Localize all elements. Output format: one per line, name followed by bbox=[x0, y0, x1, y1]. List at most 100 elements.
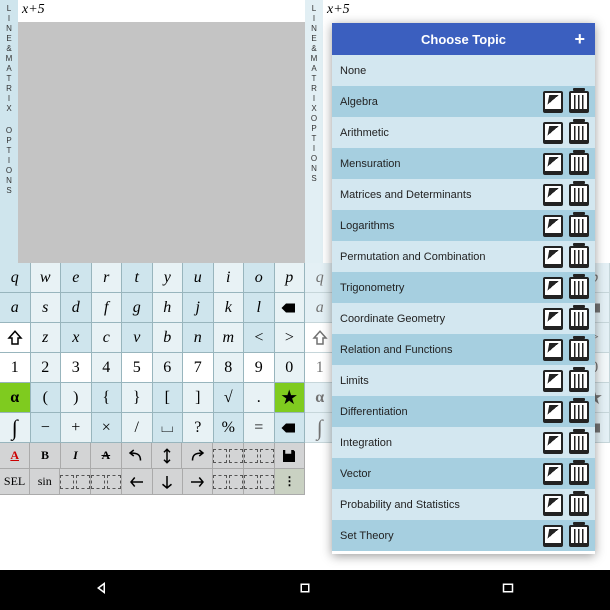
key-b[interactable]: b bbox=[153, 323, 184, 353]
edit-icon[interactable] bbox=[543, 432, 563, 454]
tool-⋮[interactable]: ⋮ bbox=[275, 469, 305, 495]
edit-icon[interactable] bbox=[543, 122, 563, 144]
trash-icon[interactable] bbox=[569, 122, 589, 144]
topic-set-theory[interactable]: Set Theory bbox=[332, 520, 595, 551]
tool-←[interactable] bbox=[122, 469, 152, 495]
trash-icon[interactable] bbox=[569, 401, 589, 423]
key-1[interactable]: 1 bbox=[0, 353, 31, 383]
edit-icon[interactable] bbox=[543, 370, 563, 392]
key-7[interactable]: 7 bbox=[183, 353, 214, 383]
key-q[interactable]: q bbox=[305, 263, 336, 293]
topic-matrices-and-determinants[interactable]: Matrices and Determinants bbox=[332, 179, 595, 210]
key-⬅[interactable] bbox=[275, 413, 306, 443]
tool-↕[interactable] bbox=[152, 443, 182, 469]
canvas-area[interactable] bbox=[18, 22, 305, 263]
key-h[interactable]: h bbox=[153, 293, 184, 323]
trash-icon[interactable] bbox=[569, 432, 589, 454]
key-x[interactable]: x bbox=[61, 323, 92, 353]
key-α[interactable]: α bbox=[305, 383, 336, 413]
tool-I[interactable]: I bbox=[61, 443, 91, 469]
trash-icon[interactable] bbox=[569, 494, 589, 516]
key-√[interactable]: √ bbox=[214, 383, 245, 413]
key-/[interactable]: / bbox=[122, 413, 153, 443]
key-=[interactable]: = bbox=[244, 413, 275, 443]
key-⇧[interactable] bbox=[0, 323, 31, 353]
key-<[interactable]: < bbox=[244, 323, 275, 353]
topic-none[interactable]: None bbox=[332, 55, 595, 86]
topic-differentiation[interactable]: Differentiation bbox=[332, 396, 595, 427]
key-p[interactable]: p bbox=[275, 263, 306, 293]
trash-icon[interactable] bbox=[569, 277, 589, 299]
nav-back-button[interactable] bbox=[93, 579, 111, 602]
key-⬅[interactable] bbox=[275, 293, 306, 323]
key-2[interactable]: 2 bbox=[31, 353, 62, 383]
key-k[interactable]: k bbox=[214, 293, 245, 323]
key-3[interactable]: 3 bbox=[61, 353, 92, 383]
trash-icon[interactable] bbox=[569, 153, 589, 175]
key-s[interactable]: s bbox=[31, 293, 62, 323]
trash-icon[interactable] bbox=[569, 463, 589, 485]
topic-logarithms[interactable]: Logarithms bbox=[332, 210, 595, 241]
key-×[interactable]: × bbox=[92, 413, 123, 443]
sidebar-line-matrix[interactable]: LINE&MATRIXOPTIONS bbox=[0, 0, 18, 263]
key-8[interactable]: 8 bbox=[214, 353, 245, 383]
topic-vector[interactable]: Vector bbox=[332, 458, 595, 489]
topic-arithmetic[interactable]: Arithmetic bbox=[332, 117, 595, 148]
key-v[interactable]: v bbox=[122, 323, 153, 353]
trash-icon[interactable] bbox=[569, 215, 589, 237]
trash-icon[interactable] bbox=[569, 525, 589, 547]
key-★[interactable]: ★ bbox=[275, 383, 306, 413]
key-u[interactable]: u bbox=[183, 263, 214, 293]
tool-□□[interactable] bbox=[244, 469, 275, 495]
key-5[interactable]: 5 bbox=[122, 353, 153, 383]
key-r[interactable]: r bbox=[92, 263, 123, 293]
tool-↷[interactable] bbox=[182, 443, 212, 469]
edit-icon[interactable] bbox=[543, 308, 563, 330]
key-d[interactable]: d bbox=[61, 293, 92, 323]
key->[interactable]: > bbox=[275, 323, 306, 353]
trash-icon[interactable] bbox=[569, 91, 589, 113]
tool-□□[interactable] bbox=[244, 443, 275, 469]
tool-B[interactable]: B bbox=[30, 443, 60, 469]
key-.[interactable]: . bbox=[244, 383, 275, 413]
tool-sin[interactable]: sin bbox=[30, 469, 60, 495]
tool-A̶[interactable]: A bbox=[91, 443, 121, 469]
topic-integration[interactable]: Integration bbox=[332, 427, 595, 458]
key-1[interactable]: 1 bbox=[305, 353, 336, 383]
topic-coordinate-geometry[interactable]: Coordinate Geometry bbox=[332, 303, 595, 334]
key-w[interactable]: w bbox=[31, 263, 62, 293]
key-α[interactable]: α bbox=[0, 383, 31, 413]
edit-icon[interactable] bbox=[543, 215, 563, 237]
key-m[interactable]: m bbox=[214, 323, 245, 353]
key-f[interactable]: f bbox=[92, 293, 123, 323]
edit-icon[interactable] bbox=[543, 463, 563, 485]
key-⇧[interactable] bbox=[305, 323, 336, 353]
key-0[interactable]: 0 bbox=[275, 353, 306, 383]
key-9[interactable]: 9 bbox=[244, 353, 275, 383]
key-−[interactable]: − bbox=[31, 413, 62, 443]
topic-relation-and-functions[interactable]: Relation and Functions bbox=[332, 334, 595, 365]
key-+[interactable]: + bbox=[61, 413, 92, 443]
trash-icon[interactable] bbox=[569, 308, 589, 330]
topic-permutation-and-combination[interactable]: Permutation and Combination bbox=[332, 241, 595, 272]
key-z[interactable]: z bbox=[31, 323, 62, 353]
key-a[interactable]: a bbox=[0, 293, 31, 323]
trash-icon[interactable] bbox=[569, 339, 589, 361]
key-y[interactable]: y bbox=[153, 263, 184, 293]
tool-↶[interactable] bbox=[122, 443, 152, 469]
tool-A[interactable]: A bbox=[0, 443, 30, 469]
nav-recent-button[interactable] bbox=[499, 579, 517, 602]
key-j[interactable]: j bbox=[183, 293, 214, 323]
topic-limits[interactable]: Limits bbox=[332, 365, 595, 396]
key-∫[interactable]: ∫ bbox=[305, 413, 336, 443]
tool-□□[interactable] bbox=[60, 469, 91, 495]
trash-icon[interactable] bbox=[569, 370, 589, 392]
key-e[interactable]: e bbox=[61, 263, 92, 293]
edit-icon[interactable] bbox=[543, 401, 563, 423]
tool-□□[interactable] bbox=[213, 469, 244, 495]
edit-icon[interactable] bbox=[543, 494, 563, 516]
key-[[interactable]: [ bbox=[153, 383, 184, 413]
key-4[interactable]: 4 bbox=[92, 353, 123, 383]
key-n[interactable]: n bbox=[183, 323, 214, 353]
key-t[interactable]: t bbox=[122, 263, 153, 293]
